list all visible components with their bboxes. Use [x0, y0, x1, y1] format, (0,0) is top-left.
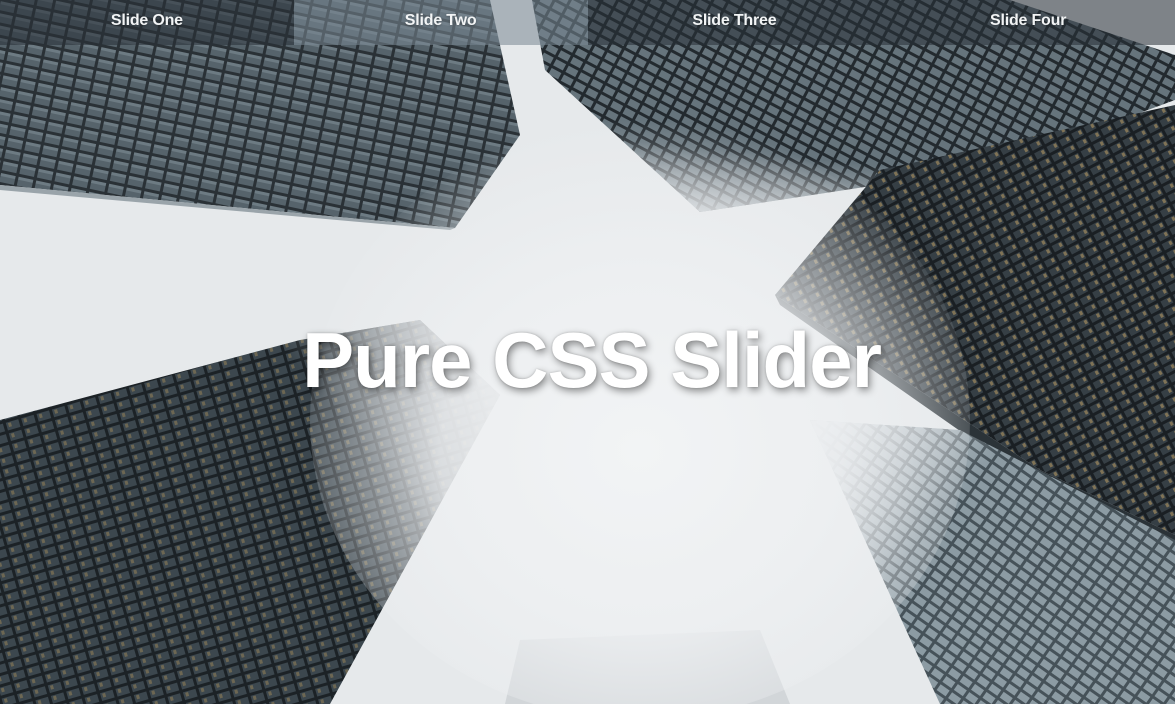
slide-title: Pure CSS Slider — [302, 316, 882, 404]
tab-slide-three[interactable]: Slide Three — [587, 0, 882, 45]
slider: Slide One Slide Two Slide Three Slide Fo… — [0, 0, 1175, 704]
slide-nav: Slide One Slide Two Slide Three Slide Fo… — [0, 0, 1175, 45]
tab-slide-four[interactable]: Slide Four — [881, 0, 1175, 45]
tab-slide-two[interactable]: Slide Two — [293, 0, 588, 45]
tab-slide-one[interactable]: Slide One — [0, 0, 294, 45]
